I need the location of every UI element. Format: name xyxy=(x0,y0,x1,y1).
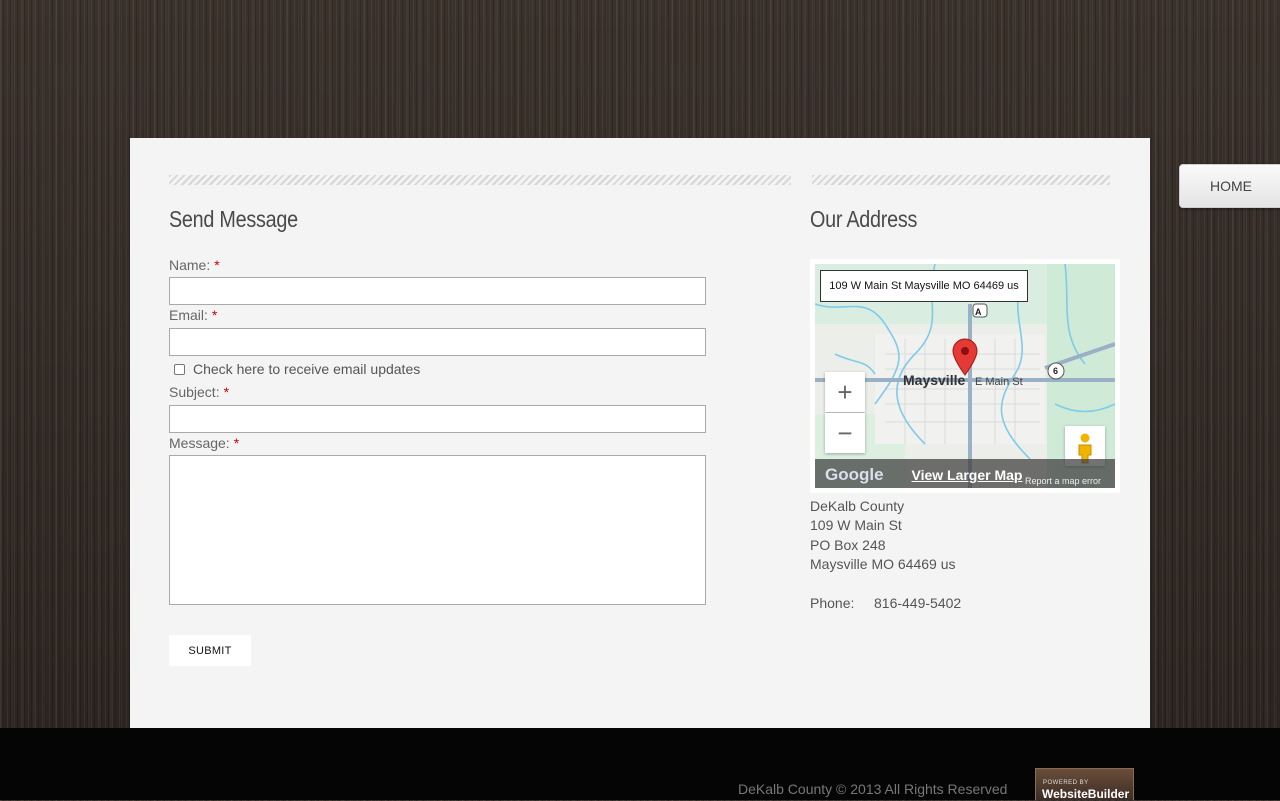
email-updates-row[interactable]: Check here to receive email updates xyxy=(174,361,420,377)
our-address-title: Our Address xyxy=(810,206,918,232)
copyright-text: DeKalb County © 2013 All Rights Reserved xyxy=(738,781,1008,797)
map-frame: A 6 Maysville E Main St 109 W Main St Ma… xyxy=(810,259,1120,493)
route-a-label: A xyxy=(975,307,982,317)
name-input[interactable] xyxy=(169,277,706,305)
address-line-3: PO Box 248 xyxy=(810,537,886,553)
zoom-out-button[interactable]: − xyxy=(825,413,865,453)
map-street-label: E Main St xyxy=(975,376,1023,388)
websitebuilder-badge[interactable]: POWERED BY WebsiteBuilder xyxy=(1035,768,1134,801)
badge-powered-by: POWERED BY xyxy=(1043,780,1089,786)
report-map-error-link[interactable]: Report a map error xyxy=(1025,476,1101,486)
subject-input[interactable] xyxy=(169,405,706,433)
required-mark: * xyxy=(214,257,220,273)
zoom-in-button[interactable]: + xyxy=(825,372,865,412)
footer: DeKalb County © 2013 All Rights Reserved… xyxy=(0,728,1280,801)
submit-button[interactable]: SUBMIT xyxy=(169,635,251,666)
badge-websitebuilder: WebsiteBuilder xyxy=(1042,787,1130,801)
map-pin-icon[interactable] xyxy=(952,338,978,376)
required-mark: * xyxy=(223,384,230,400)
email-updates-checkbox[interactable] xyxy=(174,363,185,375)
address-line-1: DeKalb County xyxy=(810,498,905,514)
phone-number: 816-449-5402 xyxy=(874,595,962,611)
nav-home-button[interactable]: HOME xyxy=(1179,164,1280,208)
map-town-label: Maysville xyxy=(903,372,966,388)
subject-label: Subject: * xyxy=(169,384,230,400)
email-updates-label: Check here to receive email updates xyxy=(193,361,421,377)
message-textarea[interactable] xyxy=(169,455,706,605)
name-label: Name: * xyxy=(169,257,220,273)
map-info-box: 109 W Main St Maysville MO 64469 us xyxy=(820,270,1028,302)
send-message-title: Send Message xyxy=(169,206,298,232)
map[interactable]: A 6 Maysville E Main St 109 W Main St Ma… xyxy=(815,264,1115,488)
phone-label: Phone: xyxy=(810,595,855,611)
required-mark: * xyxy=(211,307,218,323)
required-mark: * xyxy=(233,435,240,451)
address-line-4: Maysville MO 64469 us xyxy=(810,556,956,572)
email-label: Email: * xyxy=(169,307,218,323)
content-panel: Send Message Name: * Email: * Check here t… xyxy=(130,138,1150,728)
message-label: Message: * xyxy=(169,435,240,451)
route-6-label: 6 xyxy=(1053,366,1059,376)
email-input[interactable] xyxy=(169,328,706,356)
divider-hatch-right xyxy=(812,175,1110,185)
divider-hatch-left xyxy=(169,175,791,185)
address-line-2: 109 W Main St xyxy=(810,517,902,533)
